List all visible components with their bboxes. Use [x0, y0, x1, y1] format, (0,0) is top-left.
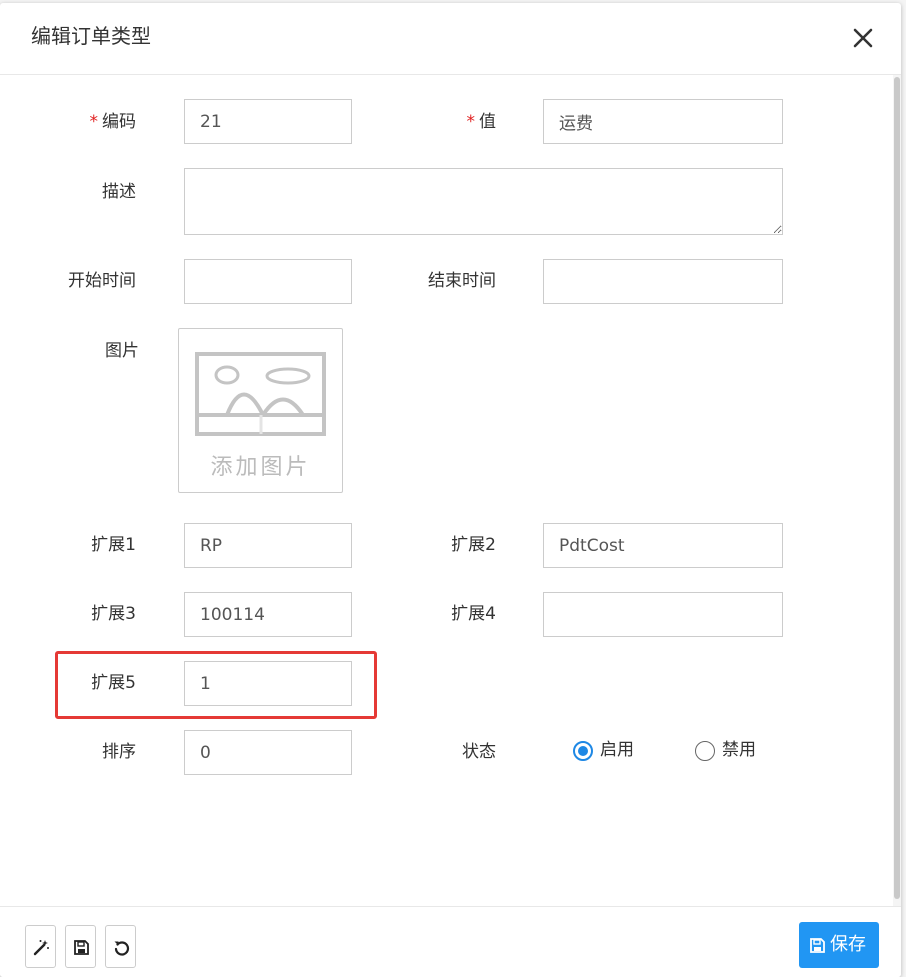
ext3-label: 扩展3	[91, 604, 136, 624]
dialog-title: 编辑订单类型	[31, 24, 151, 48]
required-mark: *	[466, 112, 476, 132]
dialog-footer: 保存	[0, 906, 901, 977]
required-mark: *	[89, 112, 99, 132]
auto-fill-button[interactable]	[25, 925, 56, 968]
add-image-button[interactable]: 添加图片	[178, 328, 343, 493]
add-image-caption: 添加图片	[210, 455, 311, 480]
value-input[interactable]	[543, 99, 783, 144]
ext1-label: 扩展1	[91, 535, 136, 555]
reset-button[interactable]	[105, 925, 136, 968]
save-button-label: 保存	[830, 934, 866, 955]
status-label: 状态	[462, 742, 496, 762]
edit-order-type-dialog: 编辑订单类型 *编码 *值 描述 开始时间 结束时间 图片	[0, 3, 901, 977]
ext1-input[interactable]	[184, 523, 352, 568]
status-disabled-radio[interactable]	[695, 741, 715, 761]
scrollbar-thumb[interactable]	[894, 77, 900, 899]
ext5-input[interactable]	[184, 661, 352, 706]
ext2-input[interactable]	[543, 523, 783, 568]
code-label: * 编码	[89, 112, 137, 132]
save-icon	[810, 938, 825, 953]
value-label: * 值	[466, 112, 497, 132]
start-time-input[interactable]	[184, 259, 352, 304]
save-icon	[74, 940, 89, 955]
sort-input[interactable]	[184, 730, 352, 775]
status-enabled-label[interactable]: 启用	[600, 738, 634, 762]
status-disabled-label[interactable]: 禁用	[722, 738, 756, 762]
ext4-input[interactable]	[543, 592, 783, 637]
save-button[interactable]: 保存	[799, 922, 879, 968]
dialog-header: 编辑订单类型	[0, 3, 901, 75]
close-button[interactable]	[848, 23, 878, 53]
ext5-label: 扩展5	[91, 673, 136, 693]
status-enabled-radio[interactable]	[573, 741, 593, 761]
start-time-label: 开始时间	[68, 271, 136, 291]
end-time-input[interactable]	[543, 259, 783, 304]
image-placeholder-icon	[195, 352, 326, 436]
save-draft-button[interactable]	[65, 925, 96, 968]
sort-label: 排序	[102, 742, 136, 762]
ext3-input[interactable]	[184, 592, 352, 637]
close-icon	[853, 28, 873, 48]
undo-icon	[114, 941, 130, 956]
description-textarea[interactable]	[184, 168, 783, 235]
ext4-label: 扩展4	[451, 604, 496, 624]
magic-wand-icon	[33, 940, 49, 956]
end-time-label: 结束时间	[428, 271, 496, 291]
ext2-label: 扩展2	[451, 535, 496, 555]
scrollbar[interactable]	[893, 75, 901, 906]
image-label: 图片	[105, 341, 139, 361]
code-input[interactable]	[184, 99, 352, 144]
description-label: 描述	[102, 182, 136, 202]
